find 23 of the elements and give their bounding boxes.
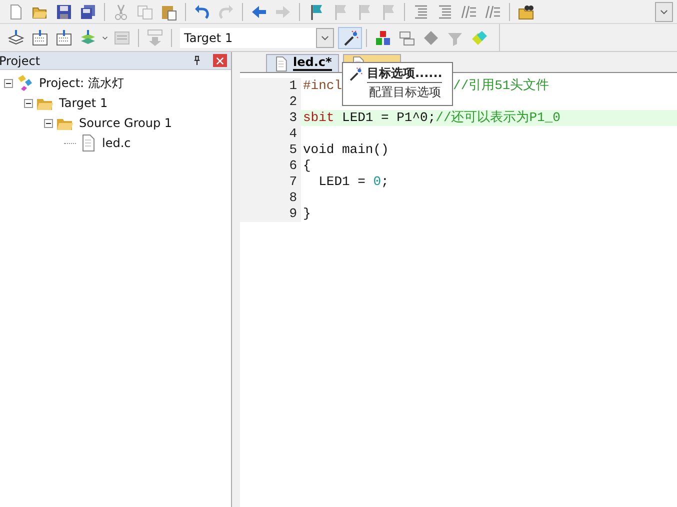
code-text: #incl <box>303 78 342 93</box>
code-text: ; <box>381 174 389 189</box>
line-number: 3 <box>240 110 301 126</box>
line-number: 8 <box>240 190 301 206</box>
line-number: 5 <box>240 142 301 158</box>
code-text: } <box>303 206 311 221</box>
code-text: //还可以表示为P1_0 <box>436 110 560 125</box>
tooltip-description: 配置目标选项 <box>368 84 442 101</box>
tooltip-title: 目标选项...... <box>367 65 442 83</box>
line-number: 9 <box>240 206 301 222</box>
line-number: 4 <box>240 126 301 142</box>
code-text: LED1 = <box>318 174 366 189</box>
code-text: //引用51头文件 <box>453 78 550 93</box>
panel-title: Project <box>0 54 42 68</box>
code-text: void main() <box>303 142 389 157</box>
line-number: 7 <box>240 174 301 190</box>
code-text: LED1 = P1^0; <box>341 110 436 125</box>
code-text: 0 <box>373 174 382 189</box>
line-number: 1 <box>240 78 301 94</box>
line-number: 6 <box>240 158 301 174</box>
code-text: { <box>303 158 311 173</box>
code-text: sbit <box>303 110 334 125</box>
line-number: 2 <box>240 94 301 110</box>
